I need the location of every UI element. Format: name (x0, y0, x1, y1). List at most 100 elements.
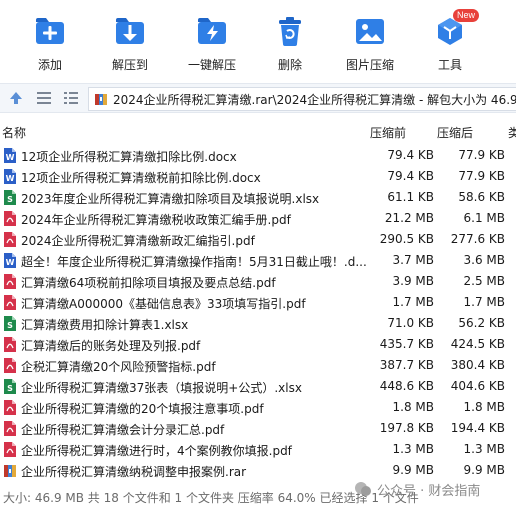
file-row[interactable]: W 超全！年度企业所得税汇算清缴操作指南！5月31日截止哦！.d... 3.7 MB… (0, 250, 516, 271)
delete-label: 删除 (277, 58, 302, 72)
file-size: 1.8 MB (392, 400, 434, 414)
column-type[interactable]: 类 (508, 124, 516, 141)
file-name: 12项企业所得税汇算清缴扣除比例.docx (21, 150, 237, 164)
add-archive-icon (33, 14, 67, 48)
column-name[interactable]: 名称 (2, 124, 26, 141)
file-row[interactable]: 汇算清缴A000000《基础信息表》33项填写指引.pdf 1.7 MB 1.7 M… (0, 292, 516, 313)
pdf-file-icon (3, 210, 17, 227)
file-size: 197.8 KB (379, 421, 434, 435)
detail-view-icon[interactable] (64, 91, 78, 105)
file-row[interactable]: 汇算清缴64项税前扣除项目填报及要点总结.pdf 3.9 MB 2.5 MB (0, 271, 516, 292)
add-label: 添加 (37, 58, 62, 72)
svg-text:W: W (6, 153, 15, 162)
file-size: 290.5 KB (379, 232, 434, 246)
delete-button[interactable]: 删除 (268, 0, 312, 78)
excel-file-icon: S (3, 189, 17, 206)
file-name: 汇算清缴后的账务处理及列报.pdf (21, 339, 201, 353)
pdf-file-icon (3, 399, 17, 416)
file-name: 企业所得税汇算清缴进行时，4个案例教你填报.pdf (21, 444, 292, 458)
file-size: 435.7 KB (379, 337, 434, 351)
file-row[interactable]: 汇算清缴后的账务处理及列报.pdf 435.7 KB 424.5 KB (0, 334, 516, 355)
svg-text:S: S (7, 321, 13, 330)
pdf-file-icon (3, 357, 17, 374)
image-compress-button[interactable]: 图片压缩 (340, 0, 400, 78)
pdf-file-icon (3, 231, 17, 248)
file-packed-size: 1.8 MB (463, 400, 505, 414)
file-row[interactable]: 企业所得税汇算清缴进行时，4个案例教你填报.pdf 1.3 MB 1.3 MB (0, 439, 516, 460)
list-view-icon[interactable] (37, 91, 51, 105)
file-size: 1.3 MB (392, 442, 434, 456)
file-size: 387.7 KB (379, 358, 434, 372)
watermark-text: 公众号 · 财会指南 (377, 483, 481, 499)
file-packed-size: 194.4 KB (450, 421, 505, 435)
file-row[interactable]: 企业所得税汇算清缴会计分录汇总.pdf 197.8 KB 194.4 KB (0, 418, 516, 439)
file-size: 9.9 MB (392, 463, 434, 477)
trash-icon (273, 14, 307, 48)
file-row[interactable]: S 2023年度企业所得税汇算清缴扣除项目及填报说明.xlsx 61.1 KB 58.… (0, 187, 516, 208)
file-name: 企税汇算清缴20个风险预警指标.pdf (21, 360, 216, 374)
wechat-logo-icon (354, 480, 372, 498)
file-name: 企业所得税汇算清缴37张表（填报说明+公式）.xlsx (21, 381, 302, 395)
file-name: 12项企业所得税汇算清缴税前扣除比例.docx (21, 171, 261, 185)
file-row[interactable]: 2024企业所得税汇算清缴新政汇编指引.pdf 290.5 KB 277.6 KB (0, 229, 516, 250)
file-row[interactable]: W 12项企业所得税汇算清缴扣除比例.docx 79.4 KB 77.9 KB (0, 145, 516, 166)
column-packed[interactable]: 压缩后 (437, 124, 473, 141)
file-row[interactable]: 企业所得税汇算清缴的20个填报注意事项.pdf 1.8 MB 1.8 MB (0, 397, 516, 418)
file-name: 2024年企业所得税汇算清缴税收政策汇编手册.pdf (21, 213, 291, 227)
file-name: 2024企业所得税汇算清缴新政汇编指引.pdf (21, 234, 255, 248)
word-file-icon: W (3, 147, 17, 164)
file-size: 79.4 KB (387, 148, 434, 162)
file-row[interactable]: 企税汇算清缴20个风险预警指标.pdf 387.7 KB 380.4 KB (0, 355, 516, 376)
file-size: 79.4 KB (387, 169, 434, 183)
file-name: 企业所得税汇算清缴的20个填报注意事项.pdf (21, 402, 264, 416)
column-size[interactable]: 压缩前 (370, 124, 406, 141)
one-click-extract-label: 一键解压 (187, 58, 236, 72)
path-field[interactable]: 2024企业所得税汇算清缴.rar\2024企业所得税汇算清缴 - 解包大小为 … (88, 87, 516, 111)
archive-icon (94, 92, 108, 106)
extract-to-button[interactable]: 解压到 (106, 0, 154, 78)
file-packed-size: 77.9 KB (458, 169, 505, 183)
file-packed-size: 56.2 KB (458, 316, 505, 330)
one-click-extract-button[interactable]: 一键解压 (184, 0, 240, 78)
excel-file-icon: S (3, 378, 17, 395)
file-packed-size: 6.1 MB (463, 211, 505, 225)
file-row[interactable]: W 12项企业所得税汇算清缴税前扣除比例.docx 79.4 KB 77.9 KB (0, 166, 516, 187)
tools-label: 工具 (437, 58, 462, 72)
svg-text:W: W (6, 174, 15, 183)
file-packed-size: 3.6 MB (463, 253, 505, 267)
extract-to-icon (113, 14, 147, 48)
file-list: W 12项企业所得税汇算清缴扣除比例.docx 79.4 KB 77.9 KB W 12项… (0, 145, 516, 481)
toolbar: 添加 解压到 一键解压 删除 图片压缩 工具 New (0, 0, 516, 78)
svg-text:S: S (7, 384, 13, 393)
word-file-icon: W (3, 252, 17, 269)
extract-to-label: 解压到 (111, 58, 148, 72)
pdf-file-icon (3, 273, 17, 290)
file-packed-size: 9.9 MB (463, 463, 505, 477)
file-packed-size: 77.9 KB (458, 148, 505, 162)
file-row[interactable]: S 企业所得税汇算清缴37张表（填报说明+公式）.xlsx 448.6 KB 404.… (0, 376, 516, 397)
file-row[interactable]: 2024年企业所得税汇算清缴税收政策汇编手册.pdf 21.2 MB 6.1 MB (0, 208, 516, 229)
file-packed-size: 277.6 KB (450, 232, 505, 246)
file-size: 1.7 MB (392, 295, 434, 309)
file-size: 71.0 KB (387, 316, 434, 330)
watermark: 公众号 · 财会指南 (354, 476, 480, 502)
up-arrow-icon[interactable] (8, 90, 24, 106)
file-packed-size: 58.6 KB (458, 190, 505, 204)
file-name: 企业所得税汇算清缴会计分录汇总.pdf (21, 423, 225, 437)
excel-file-icon: S (3, 315, 17, 332)
pdf-file-icon (3, 420, 17, 437)
file-name: 汇算清缴A000000《基础信息表》33项填写指引.pdf (21, 297, 306, 311)
file-name: 汇算清缴64项税前扣除项目填报及要点总结.pdf (21, 276, 276, 290)
file-name: 汇算清缴费用扣除计算表1.xlsx (21, 318, 189, 332)
file-size: 3.7 MB (392, 253, 434, 267)
file-packed-size: 2.5 MB (463, 274, 505, 288)
file-row[interactable]: S 汇算清缴费用扣除计算表1.xlsx 71.0 KB 56.2 KB (0, 313, 516, 334)
svg-text:W: W (6, 258, 15, 267)
add-button[interactable]: 添加 (26, 0, 74, 78)
file-size: 448.6 KB (379, 379, 434, 393)
svg-text:S: S (7, 195, 13, 204)
pdf-file-icon (3, 441, 17, 458)
image-compress-icon (353, 14, 387, 48)
rar-archive-icon (3, 462, 17, 479)
file-size: 21.2 MB (384, 211, 434, 225)
